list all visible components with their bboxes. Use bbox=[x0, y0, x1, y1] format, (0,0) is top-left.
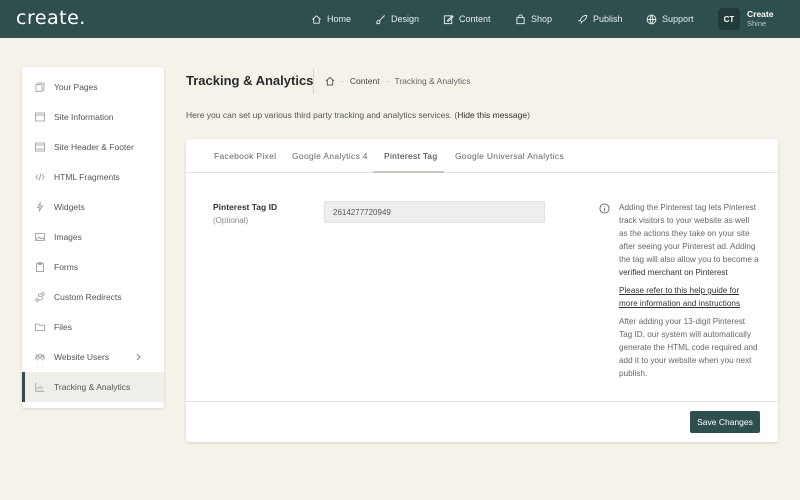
avatar: CT bbox=[718, 8, 740, 30]
nav-design[interactable]: Design bbox=[375, 0, 419, 38]
home-icon bbox=[312, 14, 321, 24]
save-changes-button[interactable]: Save Changes bbox=[690, 411, 760, 433]
sidebar-item-forms[interactable]: Forms bbox=[22, 252, 164, 282]
breadcrumb-separator: · bbox=[385, 76, 389, 86]
help-paragraph: Adding the Pinterest tag lets Pinterest … bbox=[619, 201, 759, 279]
nav-shop-label: Shop bbox=[531, 14, 553, 24]
sidebar-item-label: Custom Redirects bbox=[54, 292, 122, 302]
top-navigation-bar: create. Home Design Content Shop Publish… bbox=[0, 0, 800, 38]
shopping-bag-icon bbox=[516, 13, 525, 24]
bolt-icon bbox=[36, 202, 44, 212]
tab-google-universal-analytics[interactable]: Google Universal Analytics bbox=[455, 139, 564, 173]
intro-close-paren: ) bbox=[527, 110, 530, 120]
sidebar-item-label: HTML Fragments bbox=[54, 172, 120, 182]
pinterest-tag-id-input[interactable] bbox=[324, 201, 545, 223]
sidebar-item-label: Site Header & Footer bbox=[54, 142, 134, 152]
sidebar-item-your-pages[interactable]: Your Pages bbox=[22, 72, 164, 102]
sidebar-item-label: Forms bbox=[54, 262, 79, 272]
clipboard-icon bbox=[36, 262, 44, 272]
nav-content-label: Content bbox=[459, 14, 491, 24]
card-divider bbox=[186, 401, 778, 402]
page-title: Tracking & Analytics bbox=[186, 73, 314, 88]
sidebar-item-custom-redirects[interactable]: Custom Redirects bbox=[22, 282, 164, 312]
breadcrumb-separator: · bbox=[341, 76, 344, 86]
browser-icon bbox=[35, 142, 45, 152]
sidebar-item-label: Widgets bbox=[54, 202, 85, 212]
globe-icon bbox=[646, 14, 657, 24]
sidebar-item-label: Your Pages bbox=[54, 82, 98, 92]
help-intro: Adding the Pinterest tag lets Pinterest … bbox=[619, 203, 759, 264]
chart-icon bbox=[35, 382, 45, 392]
settings-card: Facebook Pixel Google Analytics 4 Pinter… bbox=[186, 139, 778, 442]
pinterest-tag-id-label: Pinterest Tag ID bbox=[213, 202, 278, 212]
code-icon bbox=[35, 173, 45, 181]
nav-content[interactable]: Content bbox=[443, 0, 491, 38]
hide-message-link[interactable]: Hide this message bbox=[457, 110, 527, 120]
pages-icon bbox=[35, 82, 45, 92]
sidebar-item-label: Tracking & Analytics bbox=[54, 382, 131, 392]
sidebar-item-label: Files bbox=[54, 322, 72, 332]
breadcrumb-current: Tracking & Analytics bbox=[394, 76, 471, 86]
sidebar-item-label: Images bbox=[54, 232, 82, 242]
help-text: Adding the Pinterest tag lets Pinterest … bbox=[619, 201, 759, 385]
nav-support[interactable]: Support bbox=[646, 0, 694, 38]
active-tab-indicator bbox=[373, 171, 444, 173]
sidebar: Your Pages Site Information Site Header … bbox=[22, 67, 164, 408]
account-menu[interactable]: CT Create Shine bbox=[718, 8, 773, 30]
sidebar-item-widgets[interactable]: Widgets bbox=[22, 192, 164, 222]
sidebar-item-label: Site Information bbox=[54, 112, 114, 122]
optional-hint: (Optional) bbox=[213, 216, 249, 225]
sidebar-item-label: Website Users bbox=[54, 352, 110, 362]
home-icon[interactable] bbox=[325, 76, 335, 86]
intro-text: Here you can set up various third party … bbox=[186, 110, 458, 120]
image-icon bbox=[35, 233, 45, 241]
breadcrumb: · Content · Tracking & Analytics bbox=[325, 76, 471, 86]
help-paragraph-2: After adding your 13-digit Pinterest Tag… bbox=[619, 317, 758, 378]
rocket-icon bbox=[578, 14, 588, 24]
tab-pinterest-tag[interactable]: Pinterest Tag bbox=[384, 139, 437, 173]
nav-design-label: Design bbox=[391, 14, 420, 24]
info-icon bbox=[599, 203, 610, 214]
verified-merchant-text: verified merchant on Pinterest bbox=[619, 268, 728, 277]
title-divider bbox=[313, 69, 314, 94]
edit-icon bbox=[443, 14, 454, 24]
sidebar-item-site-header-footer[interactable]: Site Header & Footer bbox=[22, 132, 164, 162]
sidebar-item-html-fragments[interactable]: HTML Fragments bbox=[22, 162, 164, 192]
tab-bar: Facebook Pixel Google Analytics 4 Pinter… bbox=[186, 139, 778, 173]
browser-icon bbox=[35, 112, 45, 122]
sidebar-item-website-users[interactable]: Website Users bbox=[22, 342, 164, 372]
nav-support-label: Support bbox=[662, 14, 694, 24]
tab-facebook-pixel[interactable]: Facebook Pixel bbox=[214, 139, 276, 173]
account-name: Create bbox=[747, 9, 774, 19]
app-logo[interactable]: create. bbox=[16, 7, 86, 29]
account-subtitle: Shine bbox=[747, 19, 767, 28]
nav-publish[interactable]: Publish bbox=[577, 0, 623, 38]
tab-google-analytics-4[interactable]: Google Analytics 4 bbox=[292, 139, 368, 173]
nav-home-label: Home bbox=[327, 14, 352, 24]
intro-message: Here you can set up various third party … bbox=[186, 110, 530, 120]
sidebar-item-site-information[interactable]: Site Information bbox=[22, 102, 164, 132]
sidebar-item-tracking-analytics[interactable]: Tracking & Analytics bbox=[22, 372, 164, 402]
help-guide-link[interactable]: Please refer to this help guide for more… bbox=[619, 286, 740, 308]
users-icon bbox=[35, 353, 45, 361]
route-icon bbox=[35, 292, 45, 302]
nav-shop[interactable]: Shop bbox=[515, 0, 552, 38]
nav-home[interactable]: Home bbox=[311, 0, 351, 38]
breadcrumb-content-link[interactable]: Content bbox=[350, 76, 380, 86]
folder-icon bbox=[35, 323, 45, 331]
brush-icon bbox=[376, 14, 385, 24]
chevron-right-icon bbox=[136, 353, 141, 361]
nav-publish-label: Publish bbox=[593, 14, 623, 24]
sidebar-item-images[interactable]: Images bbox=[22, 222, 164, 252]
sidebar-item-files[interactable]: Files bbox=[22, 312, 164, 342]
